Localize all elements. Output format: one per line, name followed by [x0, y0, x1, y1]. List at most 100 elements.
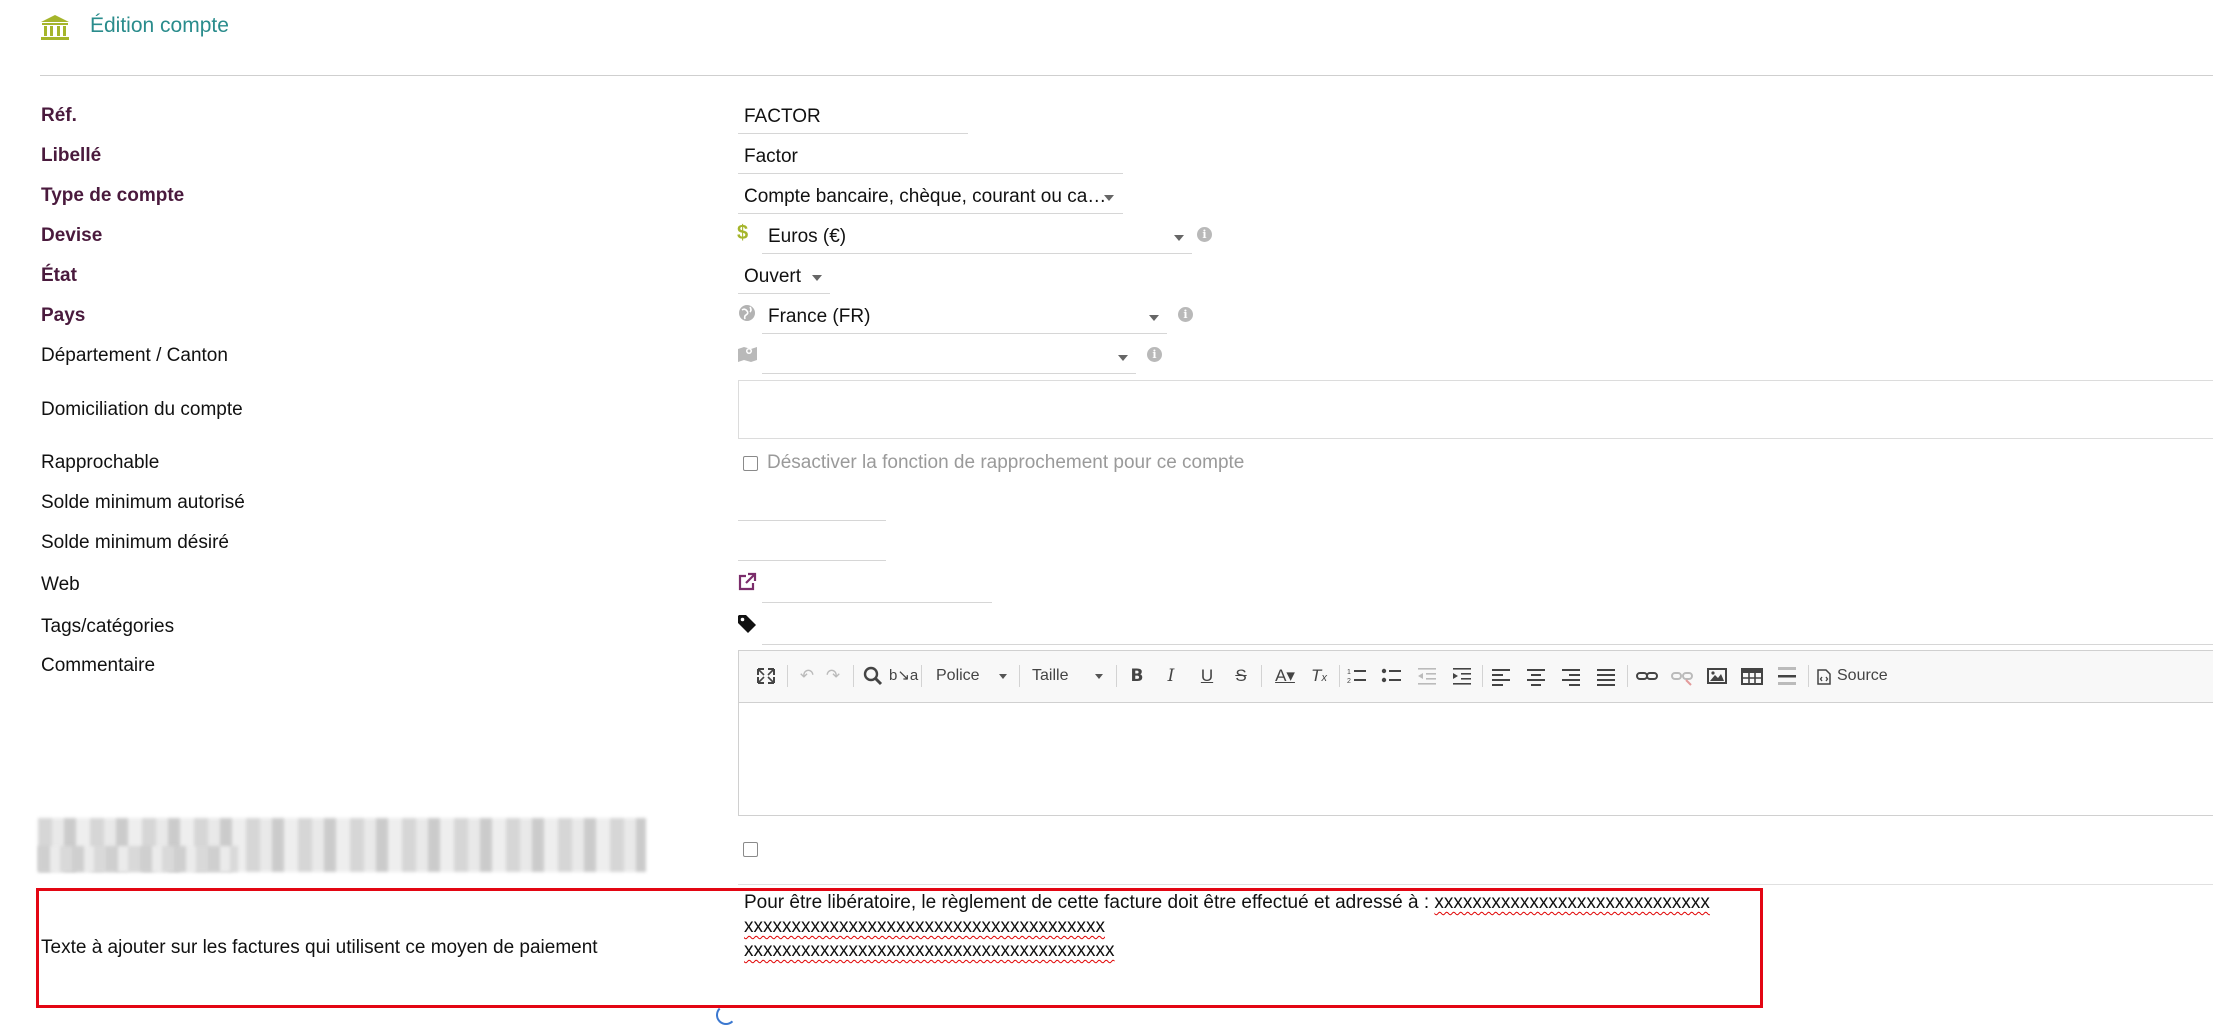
align-center-icon[interactable]	[1524, 664, 1548, 688]
strike-icon[interactable]: S	[1229, 664, 1253, 688]
solde-min-autorise-input[interactable]	[738, 490, 886, 521]
toolbar-separator	[1627, 665, 1628, 687]
globe-icon	[739, 305, 755, 321]
pays-value: France (FR)	[768, 306, 871, 327]
toolbar-separator	[787, 665, 788, 687]
undo-icon[interactable]: ↶	[795, 664, 819, 688]
bank-icon	[41, 15, 69, 40]
texte-factures-line-1: Pour être libératoire, le règlement de c…	[744, 891, 1754, 915]
toolbar-separator	[1808, 665, 1809, 687]
departement-select[interactable]	[762, 342, 1136, 374]
redo-icon[interactable]: ↷	[821, 664, 845, 688]
loading-spinner-icon	[716, 1005, 736, 1025]
table-icon[interactable]	[1740, 664, 1764, 688]
devise-label: Devise	[41, 225, 103, 246]
info-icon[interactable]: i	[1178, 307, 1193, 322]
rapprochement-checkbox[interactable]	[743, 456, 758, 471]
tag-icon	[738, 615, 756, 633]
chevron-down-icon	[999, 674, 1007, 679]
text-color-icon[interactable]: A▾	[1268, 664, 1302, 688]
option-checkbox[interactable]	[743, 842, 758, 857]
editor-content-area[interactable]	[739, 703, 2213, 815]
info-icon[interactable]: i	[1147, 347, 1162, 362]
italic-icon[interactable]: I	[1159, 664, 1183, 688]
devise-select[interactable]: Euros (€)	[762, 222, 1192, 254]
etat-label: État	[41, 265, 77, 286]
domiciliation-label: Domiciliation du compte	[41, 399, 243, 420]
toolbar-separator	[1116, 665, 1117, 687]
source-label: Source	[1837, 667, 1888, 684]
libelle-input[interactable]: Factor	[738, 142, 1123, 174]
row-divider	[738, 884, 2213, 885]
toolbar-separator	[1482, 665, 1483, 687]
texte-factures-line-2: xxxxxxxxxxxxxxxxxxxxxxxxxxxxxxxxxxxxxx	[744, 916, 1105, 937]
numbered-list-icon[interactable]: 1 2	[1345, 664, 1369, 688]
texte-factures-textarea[interactable]: Pour être libératoire, le règlement de c…	[744, 891, 1754, 963]
size-select-label: Taille	[1032, 667, 1069, 684]
solde-min-autorise-label: Solde minimum autorisé	[41, 492, 245, 513]
bulleted-list-icon[interactable]	[1380, 664, 1404, 688]
type-compte-value: Compte bancaire, chèque, courant ou ca…	[744, 186, 1107, 207]
chevron-down-icon	[1149, 315, 1159, 321]
outdent-icon[interactable]	[1415, 664, 1439, 688]
tags-label: Tags/catégories	[41, 616, 175, 637]
ref-value: FACTOR	[744, 106, 821, 127]
texte-factures-line-3: xxxxxxxxxxxxxxxxxxxxxxxxxxxxxxxxxxxxxxx	[744, 940, 1115, 961]
commentaire-label: Commentaire	[41, 655, 156, 676]
find-icon[interactable]	[861, 664, 885, 688]
source-button[interactable]: Source	[1815, 664, 1895, 688]
toolbar-separator	[1261, 665, 1262, 687]
underline-icon[interactable]: U	[1195, 664, 1219, 688]
toolbar-separator	[853, 665, 854, 687]
rapprochement-checkbox-label: Désactiver la fonction de rapprochement …	[767, 452, 1245, 473]
remove-format-icon[interactable]: Tx	[1306, 664, 1332, 688]
solde-min-desire-input[interactable]	[738, 530, 886, 561]
etat-value: Ouvert	[744, 266, 802, 287]
devise-value: Euros (€)	[768, 226, 847, 247]
web-label: Web	[41, 574, 80, 595]
commentaire-editor[interactable]: ↶ ↷ b↘a Police Taille B I U S A▾ Tx 1 2	[738, 650, 2213, 816]
toolbar-separator	[921, 665, 922, 687]
web-input[interactable]	[762, 572, 992, 603]
replace-icon[interactable]: b↘a	[889, 664, 918, 688]
maximize-icon[interactable]	[755, 664, 777, 688]
toolbar-separator	[1019, 665, 1020, 687]
external-link-icon[interactable]	[737, 572, 757, 592]
source-icon	[1817, 669, 1831, 685]
map-icon	[738, 347, 757, 362]
align-left-icon[interactable]	[1489, 664, 1513, 688]
svg-text:1: 1	[1347, 669, 1351, 676]
blurred-label-line2	[38, 846, 238, 872]
domiciliation-textarea[interactable]	[738, 380, 2213, 439]
align-right-icon[interactable]	[1559, 664, 1583, 688]
bold-icon[interactable]: B	[1125, 664, 1149, 688]
image-icon[interactable]	[1705, 664, 1729, 688]
indent-icon[interactable]	[1450, 664, 1474, 688]
ref-label: Réf.	[41, 105, 77, 126]
justify-icon[interactable]	[1594, 664, 1618, 688]
solde-min-desire-label: Solde minimum désiré	[41, 532, 229, 553]
ref-input[interactable]: FACTOR	[738, 102, 968, 134]
pays-select[interactable]: France (FR)	[762, 302, 1167, 334]
tags-input[interactable]	[762, 614, 2213, 645]
page-header: Édition compte	[0, 0, 2213, 76]
texte-factures-label: Texte à ajouter sur les factures qui uti…	[41, 937, 598, 958]
type-compte-label: Type de compte	[41, 185, 185, 206]
horizontal-rule-icon[interactable]	[1775, 664, 1799, 688]
unlink-icon[interactable]	[1670, 664, 1694, 688]
chevron-down-icon	[1095, 674, 1103, 679]
svg-text:2: 2	[1347, 678, 1351, 685]
link-icon[interactable]	[1635, 664, 1659, 688]
font-select[interactable]: Police	[932, 664, 1010, 688]
size-select[interactable]: Taille	[1028, 664, 1106, 688]
chevron-down-icon	[1174, 235, 1184, 241]
header-divider	[40, 75, 2213, 76]
info-icon[interactable]: i	[1197, 227, 1212, 242]
type-compte-select[interactable]: Compte bancaire, chèque, courant ou ca…	[738, 182, 1123, 214]
libelle-value: Factor	[744, 146, 798, 167]
pays-label: Pays	[41, 305, 86, 326]
chevron-down-icon	[1118, 355, 1128, 361]
etat-select[interactable]: Ouvert	[738, 262, 830, 294]
texte-factures-line-1-x: xxxxxxxxxxxxxxxxxxxxxxxxxxxxx	[1434, 892, 1710, 913]
libelle-label: Libellé	[41, 145, 102, 166]
